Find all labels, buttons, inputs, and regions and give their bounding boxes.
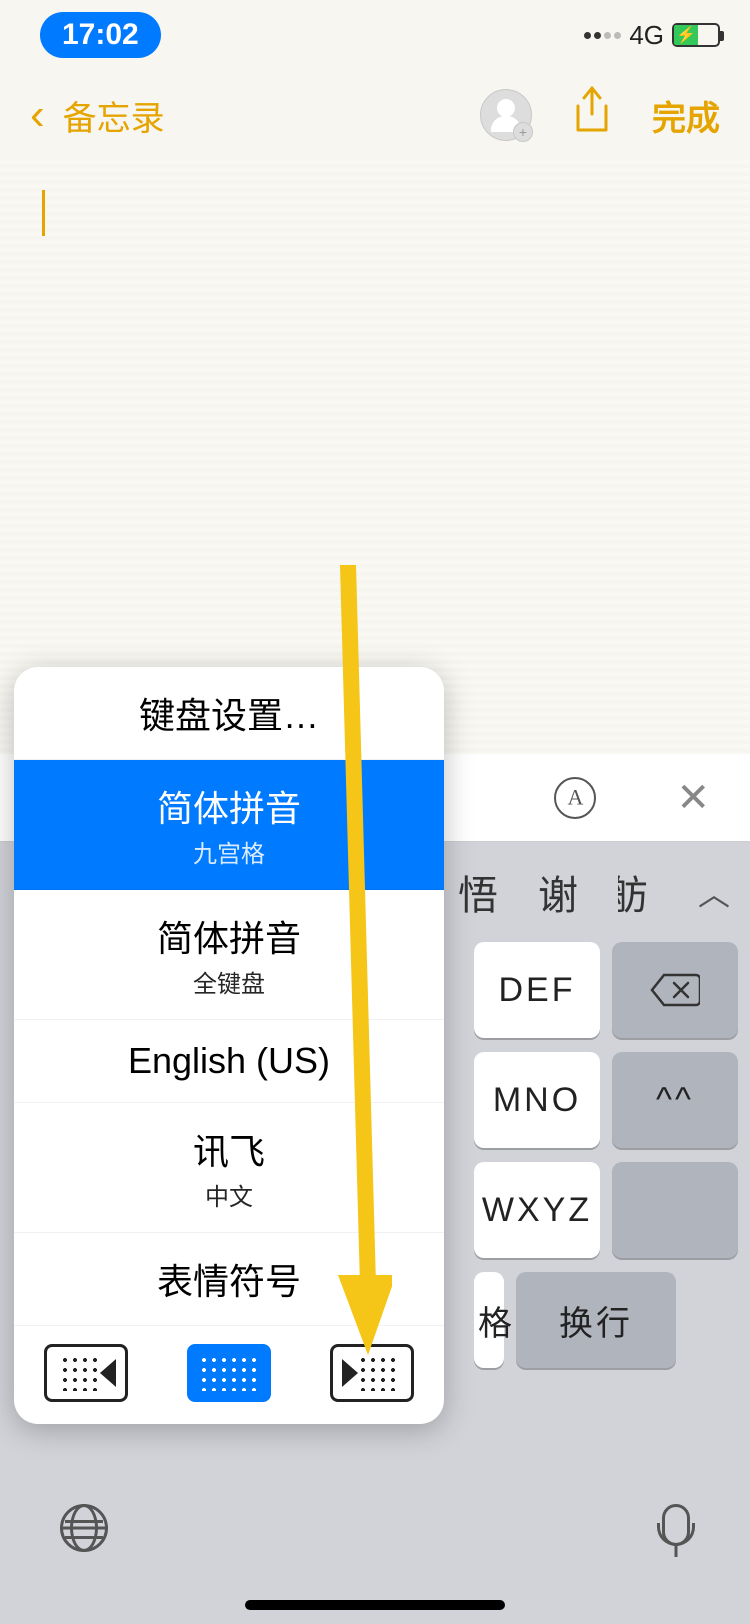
keyboard-option-xunfei[interactable]: 讯飞 中文	[14, 1103, 444, 1233]
text-cursor	[42, 190, 45, 236]
candidate-3[interactable]: 舫	[618, 863, 648, 921]
dismiss-keyboard-icon[interactable]: ✕	[676, 775, 710, 821]
done-button[interactable]: 完成	[652, 91, 720, 140]
key-enter-top[interactable]	[612, 1162, 738, 1258]
key-def[interactable]: DEF	[474, 942, 600, 1038]
handwriting-icon[interactable]	[554, 777, 596, 819]
mic-icon[interactable]	[662, 1504, 690, 1546]
keyboard-option-emoji[interactable]: 表情符号	[14, 1233, 444, 1326]
keyboard-dock-row	[14, 1326, 444, 1424]
share-icon[interactable]	[572, 86, 612, 145]
key-enter[interactable]: 换行	[516, 1272, 676, 1368]
back-title[interactable]: 备忘录	[63, 91, 165, 140]
back-chevron-icon[interactable]: ‹	[30, 90, 45, 140]
keyboard-option-pinyin-9key[interactable]: 简体拼音 九宫格	[14, 760, 444, 890]
key-emoji[interactable]: ^^	[612, 1052, 738, 1148]
status-bar: 17:02 4G ⚡	[0, 0, 750, 70]
keyboard-option-english-us[interactable]: English (US)	[14, 1020, 444, 1103]
keyboard-switcher-popup: 键盘设置… 简体拼音 九宫格 简体拼音 全键盘 English (US) 讯飞 …	[14, 667, 444, 1424]
globe-icon[interactable]	[60, 1504, 108, 1552]
dock-right-icon[interactable]	[330, 1344, 414, 1402]
keyboard-settings-item[interactable]: 键盘设置…	[14, 667, 444, 760]
home-indicator	[245, 1600, 505, 1610]
key-mno[interactable]: MNO	[474, 1052, 600, 1148]
dock-full-icon[interactable]	[187, 1344, 271, 1402]
expand-candidates-icon[interactable]: ︿	[698, 869, 730, 915]
key-wxyz[interactable]: WXYZ	[474, 1162, 600, 1258]
candidate-1[interactable]: 悟	[458, 863, 498, 921]
network-label: 4G	[629, 20, 664, 51]
signal-icon	[584, 32, 621, 39]
nav-bar: ‹ 备忘录 + 完成	[0, 70, 750, 160]
dock-left-icon[interactable]	[44, 1344, 128, 1402]
battery-icon: ⚡	[672, 23, 720, 47]
status-right: 4G ⚡	[584, 20, 720, 51]
key-backspace[interactable]	[612, 942, 738, 1038]
key-space-partial[interactable]: 格	[474, 1272, 504, 1368]
candidate-2[interactable]: 谢	[538, 863, 578, 921]
keyboard-option-pinyin-full[interactable]: 简体拼音 全键盘	[14, 890, 444, 1020]
add-person-button[interactable]: +	[480, 89, 532, 141]
status-time: 17:02	[40, 12, 161, 58]
